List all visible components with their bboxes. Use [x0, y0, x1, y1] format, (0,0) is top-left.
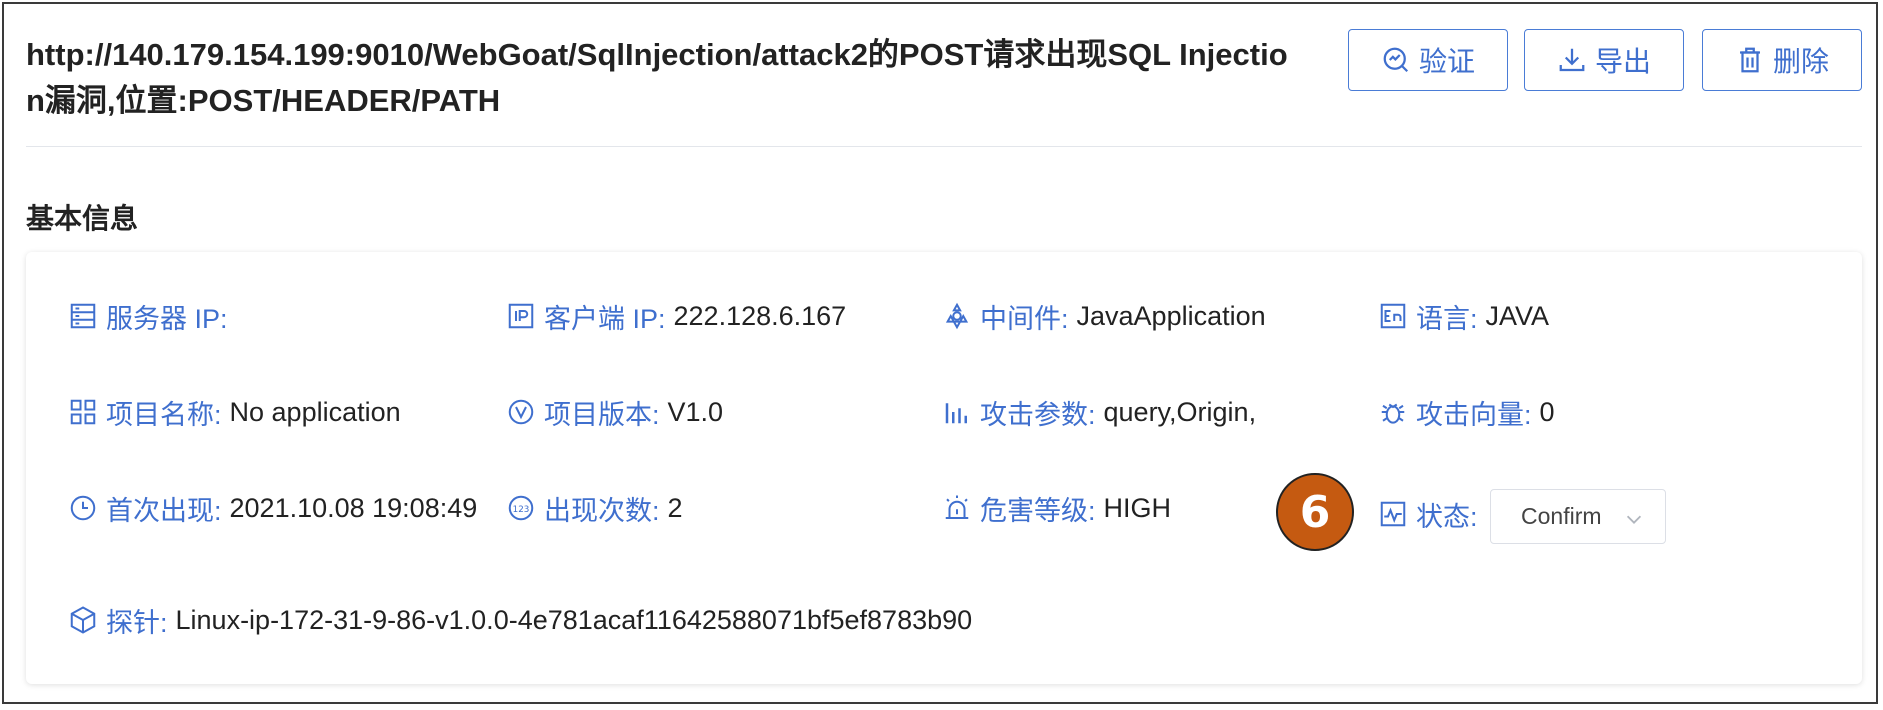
counter-icon: 123	[508, 495, 534, 521]
status-label: 状态:	[1416, 501, 1478, 532]
verify-button[interactable]: 验证	[1348, 29, 1508, 91]
probe-field: 探针: Linux-ip-172-31-9-86-v1.0.0-4e781aca…	[68, 600, 972, 640]
annotation-badge: 6	[1276, 473, 1354, 551]
vulnerability-detail-panel: http://140.179.154.199:9010/WebGoat/SqlI…	[2, 2, 1878, 704]
delete-button[interactable]: 删除	[1702, 29, 1862, 91]
attack-params-label: 攻击参数:	[980, 399, 1096, 430]
probe-icon	[70, 606, 96, 634]
project-name-label: 项目名称:	[106, 399, 222, 430]
status-field: 状态:	[1378, 494, 1478, 534]
ip-icon	[508, 303, 534, 329]
header-divider	[26, 146, 1862, 147]
alarm-icon	[945, 495, 969, 519]
bar-chart-icon	[945, 403, 967, 424]
clock-icon	[70, 495, 96, 521]
first-seen-value: 2021.10.08 19:08:49	[229, 492, 478, 523]
language-icon	[1380, 303, 1406, 329]
verify-button-label: 验证	[1418, 46, 1475, 77]
project-version-field: 项目版本: V1.0	[506, 392, 723, 432]
language-label: 语言:	[1416, 303, 1478, 334]
delete-button-label: 删除	[1772, 46, 1829, 77]
middleware-value: JavaApplication	[1076, 300, 1266, 331]
severity-label: 危害等级:	[980, 495, 1096, 526]
attack-params-value: query,Origin,	[1103, 396, 1257, 427]
middleware-field: 中间件: JavaApplication	[942, 296, 1266, 336]
attack-vector-field: 攻击向量: 0	[1378, 392, 1555, 432]
section-title: 基本信息	[26, 203, 139, 234]
attack-vector-label: 攻击向量:	[1416, 399, 1532, 430]
language-field: 语言: JAVA	[1378, 296, 1549, 336]
chevron-down-icon	[1626, 515, 1642, 524]
grid-icon	[70, 399, 96, 425]
probe-value: Linux-ip-172-31-9-86-v1.0.0-4e781acaf116…	[175, 604, 973, 635]
export-button[interactable]: 导出	[1524, 29, 1684, 91]
probe-label: 探针:	[106, 607, 168, 638]
project-version-value: V1.0	[667, 396, 724, 427]
server-ip-field: 服务器 IP:	[68, 296, 236, 336]
server-ip-label: 服务器 IP:	[106, 303, 228, 334]
client-ip-field: 客户端 IP: 222.128.6.167	[506, 296, 846, 336]
severity-field: 危害等级: HIGH	[942, 488, 1171, 528]
attack-vector-value: 0	[1539, 396, 1555, 427]
download-icon	[1559, 48, 1585, 72]
first-seen-label: 首次出现:	[106, 495, 222, 526]
project-version-label: 项目版本:	[544, 399, 660, 430]
status-dropdown[interactable]: Confirm	[1490, 489, 1666, 544]
first-seen-field: 首次出现: 2021.10.08 19:08:49	[68, 488, 477, 528]
export-button-label: 导出	[1594, 46, 1651, 77]
middleware-label: 中间件:	[980, 303, 1069, 334]
language-value: JAVA	[1485, 300, 1550, 331]
status-dropdown-value: Confirm	[1521, 503, 1602, 529]
occurrences-field: 123 出现次数: 2	[506, 488, 683, 528]
attack-params-field: 攻击参数: query,Origin,	[942, 392, 1256, 432]
severity-value: HIGH	[1103, 492, 1172, 523]
bug-icon	[1381, 403, 1405, 424]
version-icon	[508, 399, 534, 425]
svg-text:123: 123	[513, 505, 530, 515]
middleware-icon	[945, 302, 969, 330]
basic-info-card: 服务器 IP: 客户端 IP: 222.128.6.167 中间件: JavaA…	[26, 252, 1862, 684]
page-title: http://140.179.154.199:9010/WebGoat/SqlI…	[26, 37, 1288, 118]
occurrences-label: 出现次数:	[544, 495, 660, 526]
status-icon	[1380, 501, 1406, 527]
project-name-value: No application	[229, 396, 401, 427]
trash-icon	[1739, 47, 1760, 73]
verify-icon	[1383, 47, 1409, 73]
client-ip-value: 222.128.6.167	[673, 300, 847, 331]
client-ip-label: 客户端 IP:	[544, 303, 666, 334]
occurrences-value: 2	[667, 492, 683, 523]
server-icon	[70, 303, 96, 329]
project-name-field: 项目名称: No application	[68, 392, 401, 432]
